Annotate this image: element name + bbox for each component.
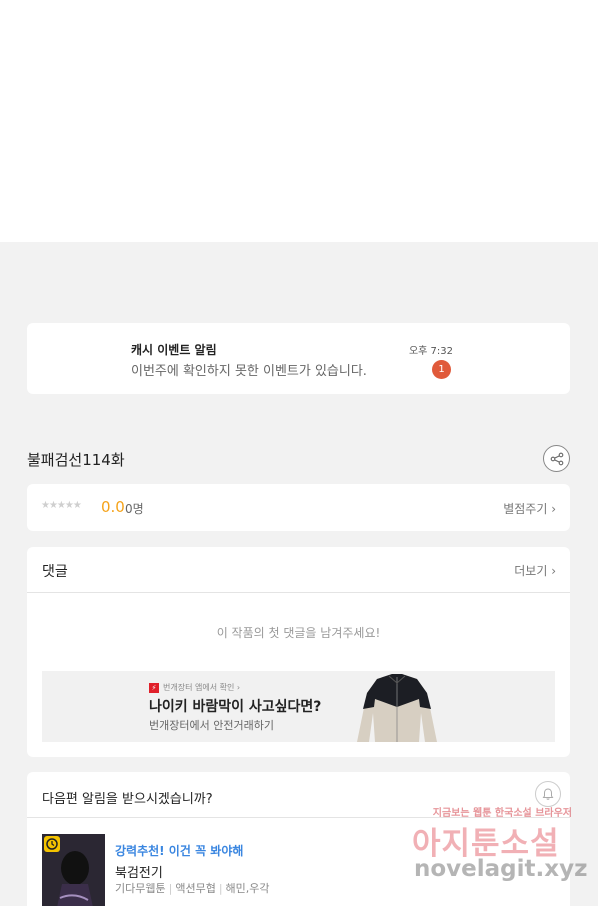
star-rating-icons: ★★★★★ (41, 500, 82, 511)
share-button[interactable] (543, 445, 570, 472)
notify-heading: 다음편 알림을 받으시겠습니까? (42, 792, 213, 807)
recommend-meta-authors: 해민,우각 (225, 882, 270, 895)
recommend-meta-type: 기다무웹툰 (115, 882, 166, 895)
notification-title: 캐시 이벤트 알림 (131, 343, 217, 357)
notify-bell-button[interactable] (535, 781, 561, 807)
episode-title: 불패검선114화 (27, 451, 125, 469)
notification-count-badge: 1 (432, 360, 451, 379)
comments-more-link[interactable]: 더보기 › (514, 562, 556, 579)
bell-icon (542, 788, 554, 800)
recommend-title[interactable]: 북검전기 (115, 862, 163, 881)
jacket-image (357, 674, 437, 742)
wait-free-clock-icon (44, 836, 60, 852)
recommend-meta: 기다무웹툰 | 액션무협 | 해민,우각 (115, 882, 270, 895)
rating-count: 0명 (125, 502, 144, 516)
ad-subtitle: 번개장터에서 안전거래하기 (149, 719, 274, 732)
rating-card: ★★★★★ 0.0 0명 별점주기 › (27, 484, 570, 531)
ad-title: 나이키 바람막이 사고싶다면? (149, 699, 322, 715)
share-icon (550, 452, 563, 465)
divider (27, 817, 570, 818)
notification-message: 이번주에 확인하지 못한 이벤트가 있습니다. (131, 364, 367, 379)
top-blank-area (0, 0, 598, 242)
recommend-meta-genre: 액션무협 (175, 882, 216, 895)
ad-source: 번개장터 앱에서 확인 › (163, 683, 241, 692)
ad-logo-icon: ⚡ (149, 683, 159, 693)
recommend-thumbnail[interactable] (42, 834, 105, 906)
rate-button[interactable]: 별점주기 › (503, 500, 556, 517)
notification-time: 오후 7:32 (408, 346, 453, 357)
event-notification-card[interactable]: 캐시 이벤트 알림 이번주에 확인하지 못한 이벤트가 있습니다. 오후 7:3… (27, 323, 570, 394)
divider (27, 592, 570, 593)
comments-card: 댓글 더보기 › 이 작품의 첫 댓글을 남겨주세요! ⚡ 번개장터 앱에서 확… (27, 547, 570, 757)
rating-score: 0.0 (101, 498, 125, 516)
next-episode-notify-card: 다음편 알림을 받으시겠습니까? 강력추천! 이건 꼭 봐야해 북검전기 기다무… (27, 772, 570, 906)
ad-banner[interactable]: ⚡ 번개장터 앱에서 확인 › 나이키 바람막이 사고싶다면? 번개장터에서 안… (42, 671, 555, 742)
comments-heading: 댓글 (42, 564, 68, 580)
comments-empty-message: 이 작품의 첫 댓글을 남겨주세요! (216, 626, 381, 640)
recommend-tag: 강력추천! 이건 꼭 봐야해 (115, 844, 244, 858)
